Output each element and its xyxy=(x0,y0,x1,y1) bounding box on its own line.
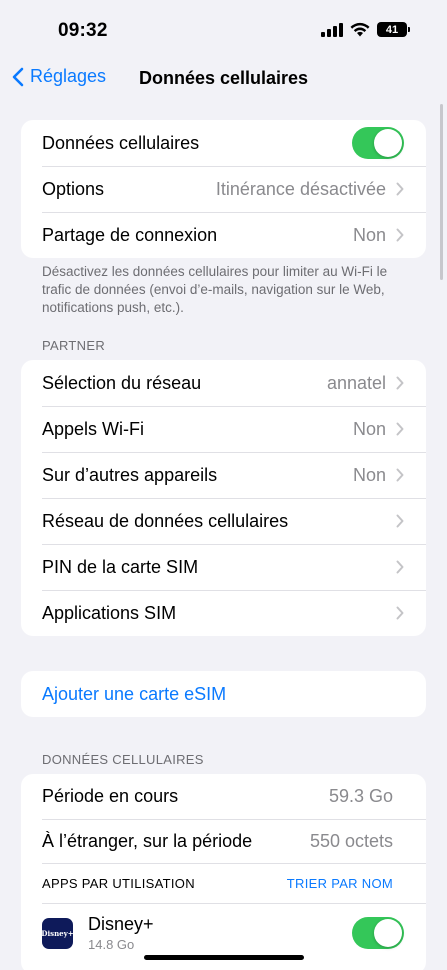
options-label: Options xyxy=(42,178,105,199)
apps-by-usage-label: APPS PAR UTILISATION xyxy=(42,875,195,891)
chevron-right-icon xyxy=(396,376,404,390)
navigation-bar: Réglages Données cellulaires xyxy=(0,56,447,100)
usage-section-header: DONNÉES CELLULAIRES xyxy=(42,752,204,767)
cellular-data-label: Données cellulaires xyxy=(42,132,200,153)
sim-pin-row[interactable]: PIN de la carte SIM xyxy=(21,544,426,590)
scroll-indicator[interactable] xyxy=(440,104,443,280)
cellular-data-network-row[interactable]: Réseau de données cellulaires xyxy=(21,498,426,544)
page-title: Données cellulaires xyxy=(0,68,447,89)
disney-plus-icon: Disney+ xyxy=(41,917,74,949)
partner-section-header: PARTNER xyxy=(42,338,106,353)
wifi-icon xyxy=(350,22,370,37)
cellular-data-toggle[interactable] xyxy=(352,127,404,159)
cellular-signal-icon xyxy=(321,22,343,37)
row-value: Non xyxy=(352,418,386,439)
abroad-label: À l’étranger, sur la période xyxy=(42,830,253,851)
app-info: Disney+ 14.8 Go xyxy=(88,914,352,952)
row-label: Sélection du réseau xyxy=(42,372,202,393)
options-row[interactable]: Options Itinérance désactivée xyxy=(21,166,426,212)
app-data-size: 14.8 Go xyxy=(88,937,135,952)
row-label: Sur d’autres appareils xyxy=(42,464,218,485)
apps-by-usage-header: APPS PAR UTILISATION TRIER PAR NOM xyxy=(21,863,426,903)
cellular-settings-group: Données cellulaires Options Itinérance d… xyxy=(21,120,426,258)
battery-icon: 41 xyxy=(377,22,410,37)
current-period-row: Période en cours 59.3 Go xyxy=(21,774,426,819)
app-name: Disney+ xyxy=(88,914,154,934)
cellular-footnote: Désactivez les données cellulaires pour … xyxy=(42,264,388,315)
status-icons: 41 xyxy=(321,22,410,37)
hotspot-value: Non xyxy=(352,224,386,245)
home-indicator[interactable] xyxy=(144,955,304,960)
chevron-right-icon xyxy=(396,182,404,196)
abroad-value: 550 octets xyxy=(309,830,393,851)
wifi-calling-row[interactable]: Appels Wi-Fi Non xyxy=(21,406,426,452)
chevron-right-icon xyxy=(396,514,404,528)
hotspot-label: Partage de connexion xyxy=(42,224,218,245)
hotspot-row[interactable]: Partage de connexion Non xyxy=(21,212,426,258)
network-selection-row[interactable]: Sélection du réseau annatel xyxy=(21,360,426,406)
sort-by-name-button[interactable]: TRIER PAR NOM xyxy=(287,876,393,891)
cellular-data-row: Données cellulaires xyxy=(21,120,426,166)
add-esim-button[interactable]: Ajouter une carte eSIM xyxy=(21,671,426,717)
status-time: 09:32 xyxy=(58,20,108,41)
row-label: Applications SIM xyxy=(42,602,177,623)
row-value: Non xyxy=(352,464,386,485)
chevron-right-icon xyxy=(396,228,404,242)
chevron-right-icon xyxy=(396,468,404,482)
current-period-value: 59.3 Go xyxy=(328,786,393,806)
chevron-right-icon xyxy=(396,606,404,620)
partner-group: Sélection du réseau annatel Appels Wi-Fi… xyxy=(21,360,426,636)
row-value: annatel xyxy=(326,372,386,393)
options-value: Itinérance désactivée xyxy=(215,178,386,199)
app-row-disney-plus: Disney+ Disney+ 14.8 Go xyxy=(21,903,426,963)
usage-group: Période en cours 59.3 Go À l’étranger, s… xyxy=(21,774,426,970)
row-label: Réseau de données cellulaires xyxy=(42,510,289,531)
page-title-text: Données cellulaires xyxy=(138,68,309,88)
add-esim-label: Ajouter une carte eSIM xyxy=(42,683,227,704)
esim-group: Ajouter une carte eSIM xyxy=(21,671,426,717)
chevron-right-icon xyxy=(396,560,404,574)
row-label: PIN de la carte SIM xyxy=(42,556,199,577)
abroad-row: À l’étranger, sur la période 550 octets xyxy=(21,819,426,863)
row-label: Appels Wi-Fi xyxy=(42,418,145,439)
chevron-right-icon xyxy=(396,422,404,436)
other-devices-row[interactable]: Sur d’autres appareils Non xyxy=(21,452,426,498)
sim-applications-row[interactable]: Applications SIM xyxy=(21,590,426,636)
status-bar: 09:32 41 xyxy=(0,0,447,56)
current-period-label: Période en cours xyxy=(42,786,179,806)
app-cellular-toggle[interactable] xyxy=(352,917,404,949)
